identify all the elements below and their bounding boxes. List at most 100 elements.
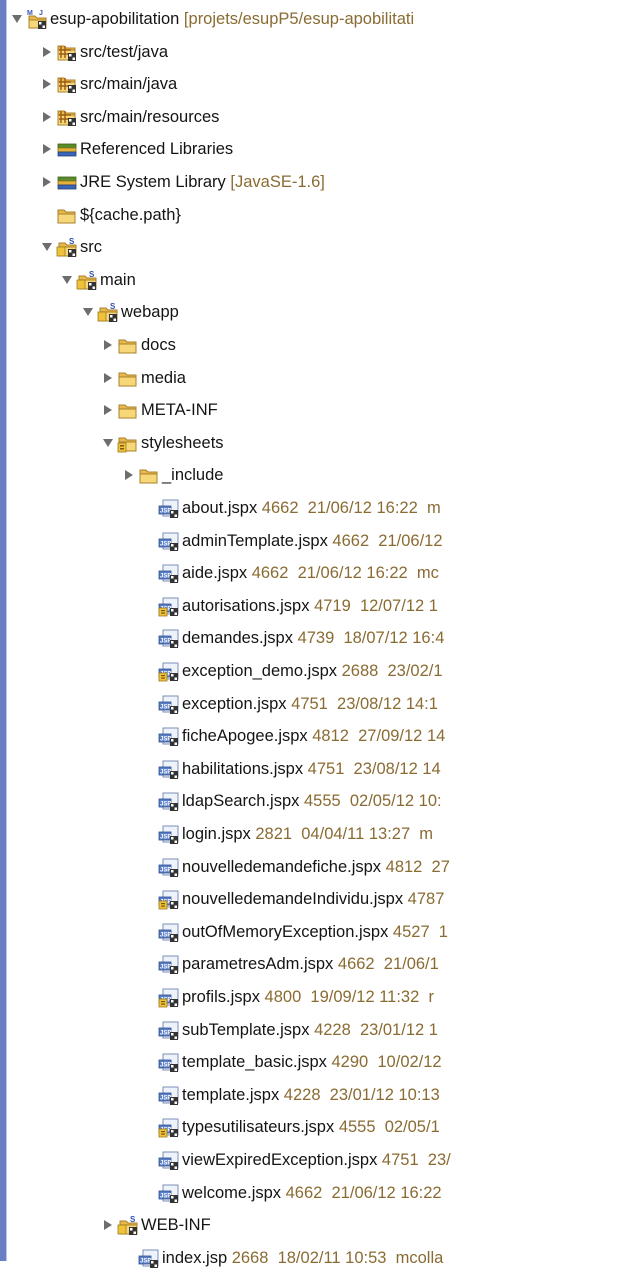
tree-item[interactable]: JSP nouvelledemandefiche.jspx 4812 27 — [140, 852, 619, 882]
jsp-file-icon: JSP — [158, 497, 180, 519]
jsp-file-modified-icon: JSP — [158, 888, 180, 910]
tree-item-label: template_basic.jspx — [182, 1053, 327, 1072]
tree-item[interactable]: JSP adminTemplate.jspx 4662 21/06/12 — [140, 526, 619, 556]
tree-item-label: JRE System Library — [80, 173, 226, 191]
svg-text:JSP: JSP — [160, 1161, 171, 1167]
tree-item[interactable]: JSP outOfMemoryException.jspx 4527 1 — [140, 917, 619, 947]
jsp-file-modified-icon: JSP — [158, 595, 180, 617]
tree-item[interactable]: JSP parametresAdm.jspx 4662 21/06/1 — [140, 949, 619, 979]
expanded-arrow-icon[interactable] — [58, 265, 76, 295]
tree-item-label: webapp — [121, 303, 179, 322]
tree-item-label: exception.jspx — [182, 694, 287, 713]
tree-item[interactable]: _include — [120, 460, 619, 490]
tree-item[interactable]: JSP template_basic.jspx 4290 10/02/12 — [140, 1047, 619, 1077]
jsp-file-icon: JSP — [158, 856, 180, 878]
tree-item[interactable]: JSP template.jspx 4228 23/01/12 10:13 — [140, 1080, 619, 1110]
svg-text:S: S — [130, 1215, 136, 1224]
tree-item-decoration: [JavaSE-1.6] — [225, 173, 325, 191]
tree-item[interactable]: src/test/java — [38, 37, 619, 67]
jsp-file-icon: JSP — [158, 921, 180, 943]
tree-item[interactable]: M J esup-apobilitation [projets/esupP5/e… — [8, 4, 619, 34]
tree-item-decoration: 4662 21/06/12 16:22 — [281, 1183, 442, 1202]
collapsed-arrow-icon[interactable] — [99, 1210, 117, 1240]
collapsed-arrow-icon[interactable] — [38, 37, 56, 67]
tree-item[interactable]: JRE System Library [JavaSE-1.6] — [38, 167, 619, 197]
expanded-arrow-icon[interactable] — [38, 232, 56, 262]
tree-item[interactable]: Swebapp — [79, 297, 619, 327]
tree-item[interactable]: JSP exception.jspx 4751 23/08/12 14:1 — [140, 689, 619, 719]
svg-text:S: S — [69, 237, 75, 246]
tree-item[interactable]: Referenced Libraries — [38, 134, 619, 164]
tree-item-label: demandes.jspx — [182, 629, 293, 648]
tree-item[interactable]: JSP welcome.jspx 4662 21/06/12 16:22 — [140, 1178, 619, 1208]
svn-folder-icon: S — [56, 236, 78, 258]
tree-item-label: ficheApogee.jspx — [182, 727, 308, 746]
jsp-file-icon: JSP — [138, 1247, 160, 1269]
jsp-file-icon: JSP — [158, 530, 180, 552]
expanded-arrow-icon[interactable] — [79, 297, 97, 327]
tree-item[interactable]: JSP habilitations.jspx 4751 23/08/12 14 — [140, 754, 619, 784]
collapsed-arrow-icon[interactable] — [38, 167, 56, 197]
expanded-arrow-icon[interactable] — [99, 428, 117, 458]
jsp-file-icon: JSP — [158, 627, 180, 649]
collapsed-arrow-icon[interactable] — [99, 395, 117, 425]
tree-item[interactable]: JSP about.jspx 4662 21/06/12 16:22 m — [140, 493, 619, 523]
tree-item-decoration: 4228 23/01/12 1 — [309, 1020, 438, 1039]
tree-item[interactable]: META-INF — [99, 395, 619, 425]
tree-item[interactable]: JSP autorisations.jspx 4719 12/07/12 1 — [140, 591, 619, 621]
tree-item[interactable]: src/main/resources — [38, 102, 619, 132]
tree-item[interactable]: ${cache.path} — [38, 200, 619, 230]
tree-item[interactable]: JSP nouvelledemandeIndividu.jspx 4787 — [140, 884, 619, 914]
tree-item[interactable]: media — [99, 363, 619, 393]
svg-text:JSP: JSP — [160, 541, 171, 547]
source-folder-icon — [56, 106, 78, 128]
tree-item[interactable]: JSP login.jspx 2821 04/04/11 13:27 m — [140, 819, 619, 849]
tree-item[interactable]: JSP demandes.jspx 4739 18/07/12 16:4 — [140, 623, 619, 653]
collapsed-arrow-icon[interactable] — [38, 134, 56, 164]
view-left-edge-highlight — [6, 0, 7, 1261]
svg-text:JSP: JSP — [160, 1030, 171, 1036]
folder-icon — [138, 464, 160, 486]
tree-item[interactable]: Ssrc — [38, 232, 619, 262]
jsp-file-icon: JSP — [158, 562, 180, 584]
tree-item[interactable]: src/main/java — [38, 69, 619, 99]
tree-item[interactable]: Smain — [58, 265, 619, 295]
tree-item[interactable]: JSP ficheApogee.jspx 4812 27/09/12 14 — [140, 721, 619, 751]
collapsed-arrow-icon[interactable] — [99, 363, 117, 393]
svn-folder-icon: S — [117, 1214, 139, 1236]
collapsed-arrow-icon[interactable] — [38, 102, 56, 132]
expanded-arrow-icon[interactable] — [8, 4, 26, 34]
svg-text:JSP: JSP — [160, 867, 171, 873]
tree-item[interactable]: JSP ldapSearch.jspx 4555 02/05/12 10: — [140, 786, 619, 816]
jsp-file-icon: JSP — [158, 725, 180, 747]
collapsed-arrow-icon[interactable] — [38, 69, 56, 99]
jsp-file-icon: JSP — [158, 758, 180, 780]
tree-item-label: outOfMemoryException.jspx — [182, 922, 389, 941]
tree-item[interactable]: JSP index.jsp 2668 18/02/11 10:53 mcolla — [120, 1243, 619, 1273]
tree-item[interactable]: JSP exception_demo.jspx 2688 23/02/1 — [140, 656, 619, 686]
collapsed-arrow-icon[interactable] — [120, 460, 138, 490]
tree-item[interactable]: JSP aide.jspx 4662 21/06/12 16:22 mc — [140, 558, 619, 588]
tree-item[interactable]: stylesheets — [99, 428, 619, 458]
jsp-file-icon: JSP — [158, 1182, 180, 1204]
svg-text:M: M — [27, 10, 33, 17]
tree-item-label: typesutilisateurs.jspx — [182, 1118, 335, 1137]
tree-item-decoration: 4739 18/07/12 16:4 — [292, 629, 445, 648]
collapsed-arrow-icon[interactable] — [99, 330, 117, 360]
tree-item[interactable]: JSP viewExpiredException.jspx 4751 23/ — [140, 1145, 619, 1175]
tree-item[interactable]: JSP typesutilisateurs.jspx 4555 02/05/1 — [140, 1112, 619, 1142]
tree-item[interactable]: JSP profils.jspx 4800 19/09/12 11:32 r — [140, 982, 619, 1012]
tree-item[interactable]: docs — [99, 330, 619, 360]
tree-item-label: META-INF — [141, 401, 218, 420]
tree-item[interactable]: S WEB-INF — [99, 1210, 619, 1240]
tree-item[interactable]: JSP subTemplate.jspx 4228 23/01/12 1 — [140, 1015, 619, 1045]
tree-item-label: welcome.jspx — [182, 1183, 282, 1202]
